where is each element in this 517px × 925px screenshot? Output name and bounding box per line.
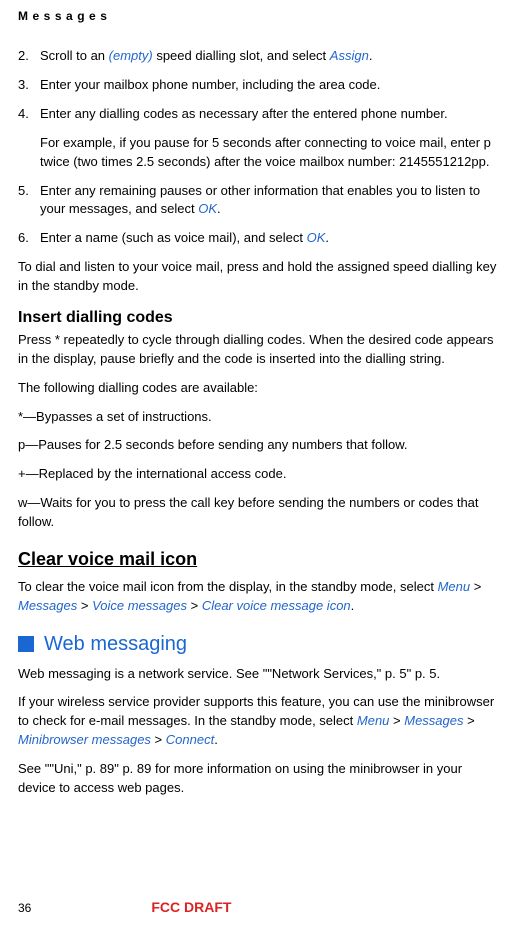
step-number: 2. [18, 47, 40, 66]
separator: > [151, 732, 166, 747]
step-4-detail: For example, if you pause for 5 seconds … [40, 134, 499, 172]
clear-icon-link: Clear voice message icon [202, 598, 351, 613]
page-footer: 36 FCC DRAFT [18, 897, 499, 917]
text-pre: Scroll to an [40, 48, 109, 63]
step-text: Enter any dialling codes as necessary af… [40, 105, 499, 124]
separator: > [464, 713, 475, 728]
square-bullet-icon [18, 636, 34, 652]
separator: > [389, 713, 404, 728]
fcc-draft-label: FCC DRAFT [151, 897, 231, 917]
step-text: Scroll to an (empty) speed dialling slot… [40, 47, 499, 66]
step-number: 5. [18, 182, 40, 220]
insert-codes-heading: Insert dialling codes [18, 306, 499, 329]
text-pre: To clear the voice mail icon from the di… [18, 579, 438, 594]
clear-voicemail-text: To clear the voice mail icon from the di… [18, 578, 499, 616]
web-see-reference: See ""Uni," p. 89" p. 89 for more inform… [18, 760, 499, 798]
text-end: . [351, 598, 355, 613]
step-2: 2. Scroll to an (empty) speed dialling s… [18, 47, 499, 66]
assign-label: Assign [330, 48, 369, 63]
menu-link: Menu [357, 713, 390, 728]
step-number: 6. [18, 229, 40, 248]
clear-voicemail-heading: Clear voice mail icon [18, 546, 499, 572]
step-5: 5. Enter any remaining pauses or other i… [18, 182, 499, 220]
text-pre: Enter any remaining pauses or other info… [40, 183, 480, 217]
codes-available: The following dialling codes are availab… [18, 379, 499, 398]
connect-link: Connect [166, 732, 214, 747]
separator: > [77, 598, 92, 613]
text-end: . [217, 201, 221, 216]
web-messaging-heading: Web messaging [18, 630, 499, 659]
ok-label: OK [198, 201, 217, 216]
code-star: *—Bypasses a set of instructions. [18, 408, 499, 427]
separator: > [470, 579, 481, 594]
web-intro: Web messaging is a network service. See … [18, 665, 499, 684]
text-mid: speed dialling slot, and select [153, 48, 330, 63]
messages-link: Messages [404, 713, 463, 728]
messages-link: Messages [18, 598, 77, 613]
step-number: 4. [18, 105, 40, 124]
insert-intro: Press * repeatedly to cycle through dial… [18, 331, 499, 369]
voice-messages-link: Voice messages [92, 598, 187, 613]
step-4: 4. Enter any dialling codes as necessary… [18, 105, 499, 124]
page-number: 36 [18, 900, 31, 917]
minibrowser-link: Minibrowser messages [18, 732, 151, 747]
text-end: . [214, 732, 218, 747]
step-text: Enter your mailbox phone number, includi… [40, 76, 499, 95]
dial-note: To dial and listen to your voice mail, p… [18, 258, 499, 296]
menu-link: Menu [438, 579, 471, 594]
separator: > [187, 598, 202, 613]
code-w: w—Waits for you to press the call key be… [18, 494, 499, 532]
step-text: Enter any remaining pauses or other info… [40, 182, 499, 220]
ok-label: OK [307, 230, 326, 245]
step-6: 6. Enter a name (such as voice mail), an… [18, 229, 499, 248]
empty-label: (empty) [109, 48, 153, 63]
step-3: 3. Enter your mailbox phone number, incl… [18, 76, 499, 95]
text-end: . [369, 48, 373, 63]
text-pre: Enter a name (such as voice mail), and s… [40, 230, 307, 245]
step-number: 3. [18, 76, 40, 95]
code-p: p—Pauses for 2.5 seconds before sending … [18, 436, 499, 455]
web-messaging-title: Web messaging [44, 630, 187, 659]
web-provider-text: If your wireless service provider suppor… [18, 693, 499, 750]
code-plus: +—Replaced by the international access c… [18, 465, 499, 484]
page-header: Messages [18, 8, 499, 25]
text-end: . [325, 230, 329, 245]
step-text: Enter a name (such as voice mail), and s… [40, 229, 499, 248]
